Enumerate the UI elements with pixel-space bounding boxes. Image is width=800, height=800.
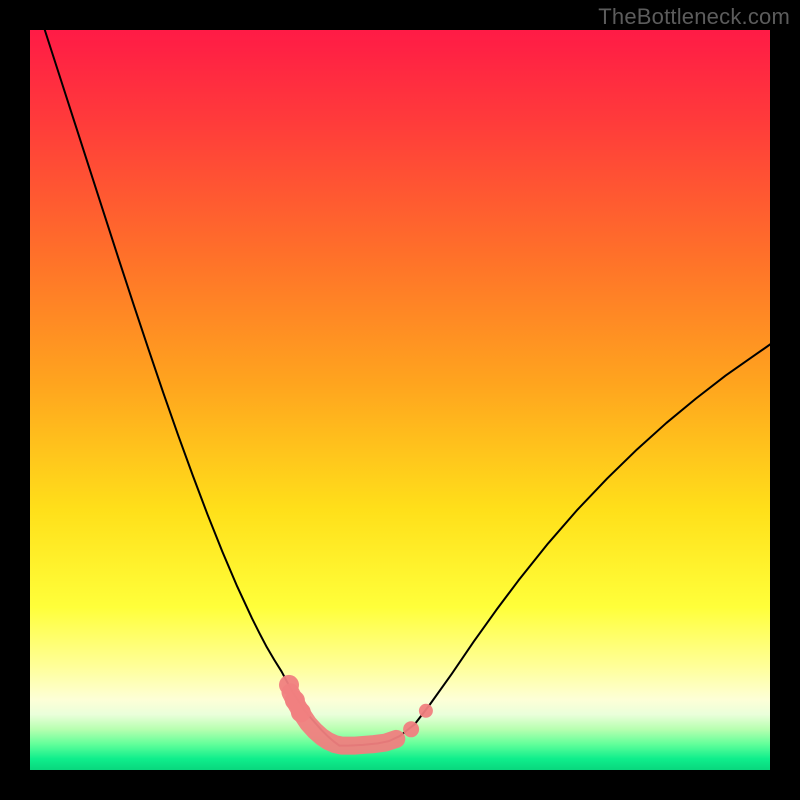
watermark-label: TheBottleneck.com	[598, 4, 790, 30]
frame-border	[0, 30, 30, 770]
bottleneck-chart	[0, 0, 800, 800]
frame-border	[770, 30, 800, 770]
highlight-marker-2	[291, 702, 311, 722]
highlight-marker-4	[419, 704, 433, 718]
highlight-marker-3	[403, 721, 419, 737]
chart-frame: TheBottleneck.com	[0, 0, 800, 800]
chart-background-gradient	[30, 30, 770, 770]
frame-border	[0, 770, 800, 800]
